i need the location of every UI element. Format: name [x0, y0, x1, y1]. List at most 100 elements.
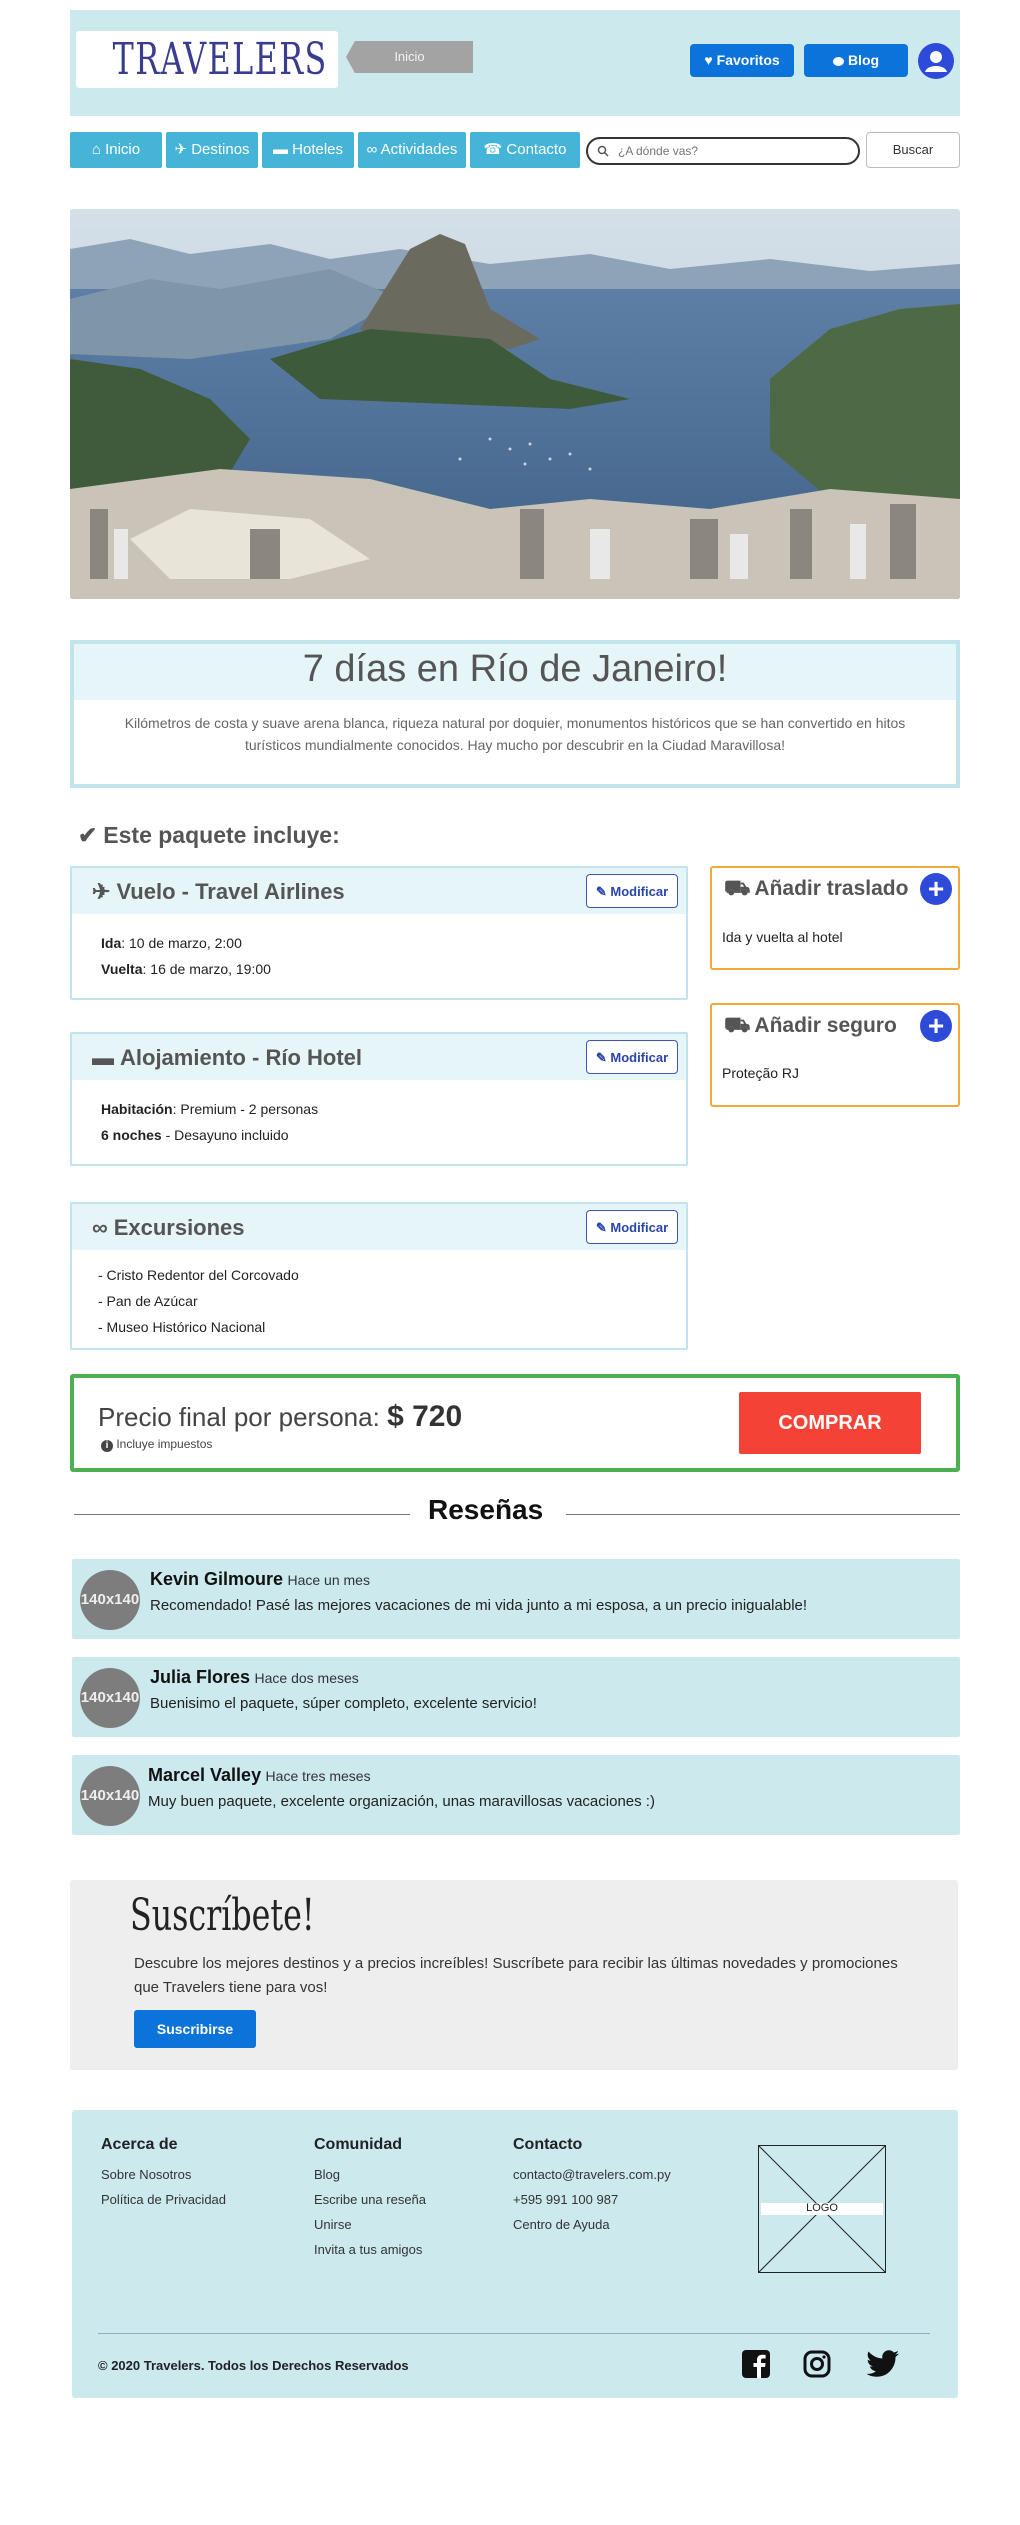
modify-hotel-button[interactable]: ✎ Modificar	[586, 1040, 678, 1074]
hotel-title: Alojamiento - Río Hotel	[120, 1045, 362, 1070]
divider	[566, 1514, 960, 1515]
list-item: - Pan de Azúcar	[98, 1293, 198, 1309]
footer-link[interactable]: Invita a tus amigos	[314, 2237, 426, 2262]
review-text: Muy buen paquete, excelente organización…	[148, 1793, 655, 1810]
package-description: Kilómetros de costa y suave arena blanca…	[124, 715, 906, 753]
car-icon: ⛟	[724, 877, 751, 900]
flight-title: Vuelo - Travel Airlines	[116, 879, 345, 904]
nav-item-contacto[interactable]: ☎ Contacto	[470, 132, 580, 168]
price-label: Precio final por persona:	[98, 1402, 380, 1432]
check-icon: ✔	[78, 822, 98, 848]
footer-link[interactable]: Política de Privacidad	[101, 2187, 226, 2212]
nav-label: Inicio	[105, 141, 141, 158]
price-value: $ 720	[387, 1400, 463, 1433]
price-line: Precio final por persona: $ 720	[98, 1400, 462, 1434]
search-icon	[597, 145, 609, 157]
footer-heading: Contacto	[513, 2136, 583, 2153]
excursions-list: - Cristo Redentor del Corcovado - Pan de…	[98, 1262, 299, 1340]
insurance-title: Añadir seguro	[754, 1014, 897, 1037]
footer-logo-placeholder: LOGO	[758, 2145, 886, 2273]
footer-link[interactable]: Escribe una reseña	[314, 2187, 426, 2212]
search-input[interactable]	[616, 141, 851, 161]
addon-transfer-title: ⛟ Añadir traslado	[724, 877, 908, 903]
add-insurance-button[interactable]: +	[920, 1010, 952, 1042]
footer-link[interactable]: Unirse	[314, 2212, 426, 2237]
review-avatar: 140x140	[80, 1668, 140, 1728]
twitter-icon[interactable]	[866, 2350, 900, 2378]
breadcrumb[interactable]: Inicio	[346, 41, 473, 73]
nav-item-destinos[interactable]: ✈ Destinos	[166, 132, 258, 168]
rio-landscape-image	[70, 209, 960, 599]
bicycle-icon: ∞	[92, 1215, 108, 1240]
footer-link[interactable]: Sobre Nosotros	[101, 2162, 226, 2187]
nav-label: Hoteles	[292, 141, 344, 158]
review-date: Hace un mes	[287, 1572, 370, 1588]
pencil-icon: ✎	[595, 884, 607, 899]
footer-link[interactable]: Centro de Ayuda	[513, 2212, 671, 2237]
nav-item-hoteles[interactable]: ▬ Hoteles	[262, 132, 354, 168]
addon-insurance-title: ⛟ Añadir seguro	[724, 1014, 897, 1040]
subscribe-button[interactable]: Suscribirse	[134, 2010, 256, 2048]
review-text: Recomendado! Pasé las mejores vacaciones…	[150, 1597, 808, 1614]
reviews-heading: Reseñas	[428, 1494, 544, 1525]
blog-label: Blog	[847, 52, 880, 68]
blog-button[interactable]: Blog	[804, 44, 908, 77]
transfer-title: Añadir traslado	[754, 877, 909, 900]
footer-divider	[98, 2333, 930, 2334]
footer-contact: Contacto contacto@travelers.com.py +595 …	[513, 2136, 671, 2237]
add-transfer-button[interactable]: +	[920, 873, 952, 905]
excursions-card-title: ∞ Excursiones	[92, 1215, 245, 1241]
subscribe-title: Suscríbete!	[130, 1890, 315, 1941]
ambulance-icon: ⛟	[724, 1014, 751, 1037]
review-author: Julia Flores	[150, 1667, 251, 1687]
list-item: - Cristo Redentor del Corcovado	[98, 1267, 299, 1283]
nights-label: 6 noches	[101, 1127, 162, 1143]
logo[interactable]: TRAVELERS	[113, 31, 327, 88]
vuelta-label: Vuelta	[101, 961, 143, 977]
favorites-button[interactable]: ♥ Favoritos	[690, 44, 794, 77]
transfer-description: Ida y vuelta al hotel	[722, 929, 843, 945]
hero-image	[70, 209, 960, 599]
footer-heading: Comunidad	[314, 2136, 402, 2153]
instagram-icon[interactable]	[803, 2350, 831, 2378]
info-icon: i	[101, 1440, 113, 1452]
room-value: : Premium - 2 personas	[172, 1101, 319, 1117]
flight-details: Ida: 10 de marzo, 2:00 Vuelta: 16 de mar…	[101, 930, 271, 982]
nav-item-actividades[interactable]: ∞ Actividades	[358, 132, 466, 168]
phone-icon: ☎	[483, 141, 503, 158]
nav-item-inicio[interactable]: ⌂ Inicio	[70, 132, 162, 168]
bed-icon: ▬	[272, 141, 288, 158]
modify-flight-button[interactable]: ✎ Modificar	[586, 874, 678, 908]
nav-label: Contacto	[506, 141, 567, 158]
footer-link[interactable]: Blog	[314, 2162, 426, 2187]
ida-label: Ida	[101, 935, 122, 951]
ida-value: : 10 de marzo, 2:00	[121, 935, 242, 951]
facebook-icon[interactable]	[742, 2350, 770, 2378]
user-avatar-icon[interactable]	[918, 43, 954, 79]
comment-icon	[832, 57, 844, 66]
bicycle-icon: ∞	[366, 141, 378, 158]
review-author: Kevin Gilmoure	[150, 1569, 284, 1589]
page-title: 7 días en Río de Janeiro!	[302, 648, 728, 690]
hotel-nights: 6 noches - Desayuno incluido	[101, 1122, 318, 1148]
review-date: Hace dos meses	[254, 1670, 359, 1686]
modify-excursions-button[interactable]: ✎ Modificar	[586, 1210, 678, 1244]
footer-email[interactable]: contacto@travelers.com.py	[513, 2162, 671, 2187]
review-header: Kevin Gilmoure Hace un mes	[150, 1569, 370, 1590]
footer-phone[interactable]: +595 991 100 987	[513, 2187, 671, 2212]
search-button[interactable]: Buscar	[866, 132, 960, 168]
excursions-title: Excursiones	[113, 1215, 245, 1240]
bed-icon: ▬	[92, 1045, 114, 1070]
review-header: Marcel Valley Hace tres meses	[148, 1765, 371, 1786]
subscribe-text: Descubre los mejores destinos y a precio…	[134, 1955, 898, 1996]
buy-button[interactable]: COMPRAR	[739, 1392, 921, 1454]
nav-label: Actividades	[380, 141, 458, 158]
footer-heading: Acerca de	[101, 2136, 178, 2153]
plus-icon: +	[927, 1010, 945, 1041]
home-icon: ⌂	[91, 141, 101, 158]
room-label: Habitación	[101, 1101, 173, 1117]
divider	[74, 1514, 410, 1515]
footer-logo-label: LOGO	[806, 2202, 838, 2214]
includes-heading: ✔ Este paquete incluye:	[78, 822, 340, 849]
insurance-description: Proteção RJ	[722, 1065, 800, 1081]
